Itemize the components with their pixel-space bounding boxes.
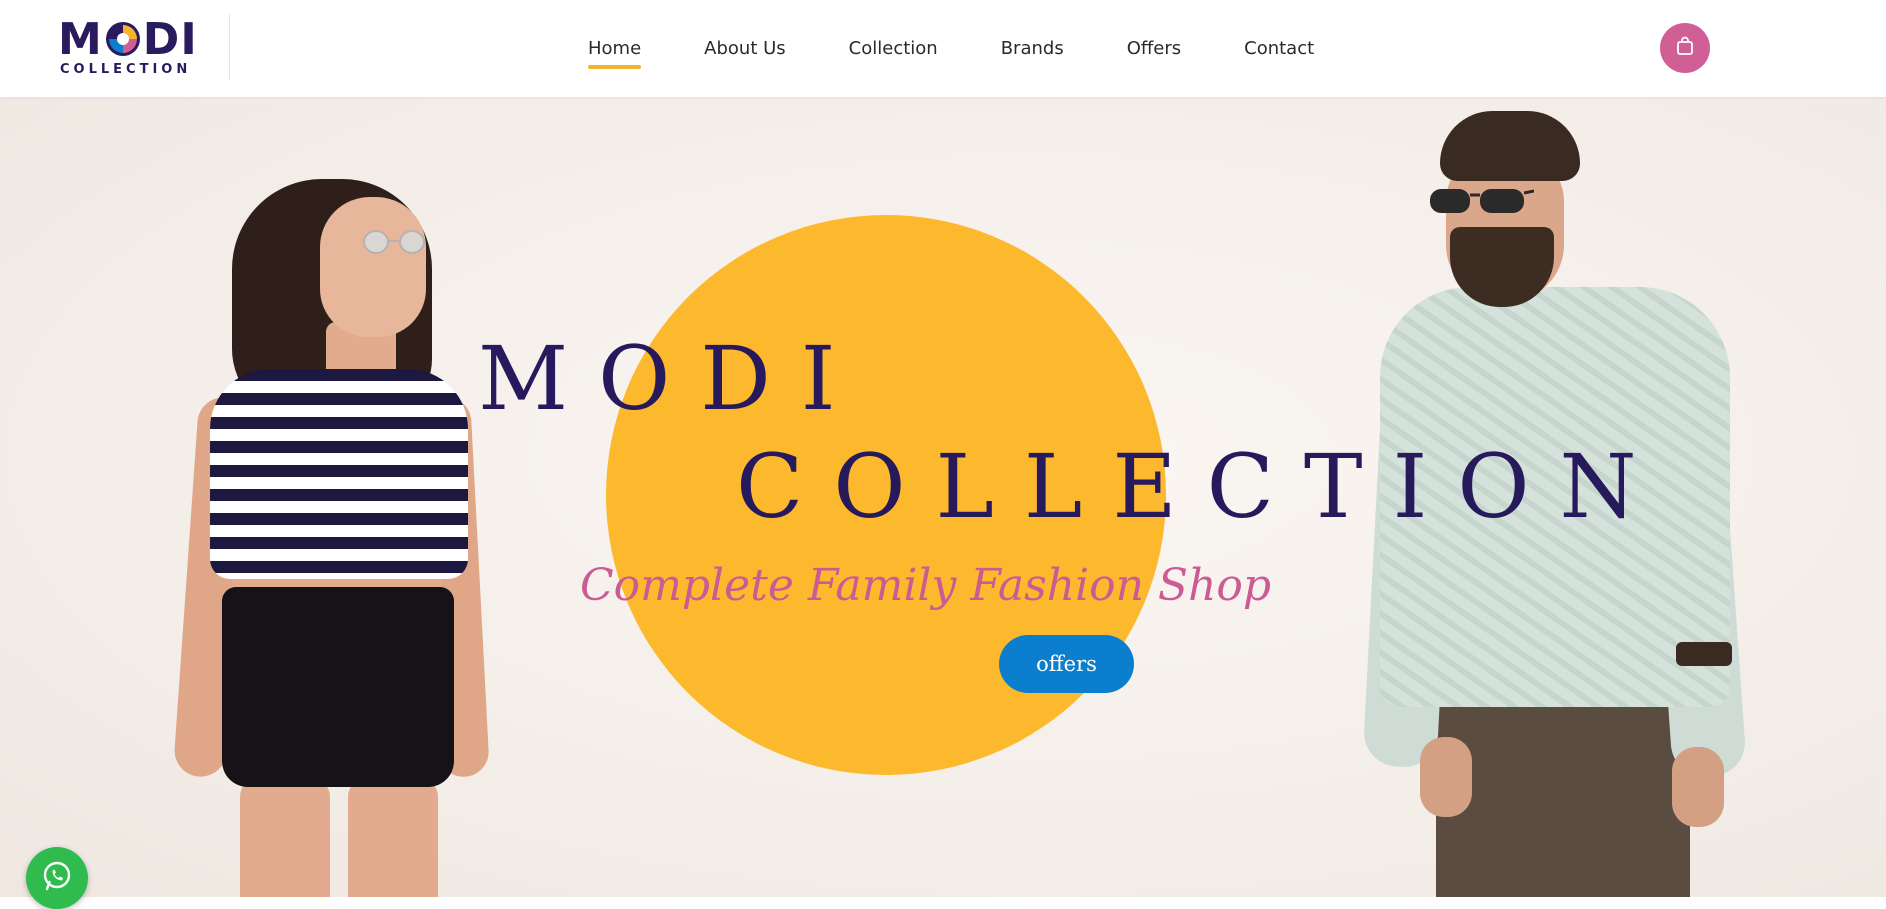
logo-letter-m: M [58, 14, 103, 65]
woman-striped-top [210, 369, 468, 579]
nav-item-collection[interactable]: Collection [849, 38, 938, 59]
nav-item-home[interactable]: Home [588, 38, 642, 69]
whatsapp-button[interactable] [26, 847, 88, 909]
man-hand-right [1672, 747, 1724, 827]
hero-title-line1: MODI [478, 327, 866, 430]
woman-leg-left [240, 777, 330, 897]
woman-sunglasses [363, 230, 425, 254]
page-bottom-edge [0, 897, 1886, 905]
man-hair [1440, 111, 1580, 181]
nav-item-offers[interactable]: Offers [1127, 38, 1181, 59]
nav-item-brands[interactable]: Brands [1001, 38, 1064, 59]
logo-letters-di: DI [142, 14, 198, 65]
man-hand-left [1420, 737, 1472, 817]
offers-button[interactable]: offers [999, 635, 1134, 693]
nav-item-about-us[interactable]: About Us [704, 38, 786, 59]
main-nav: Home About Us Collection Brands Offers C… [588, 0, 1314, 97]
site-header: M DI COLLECTION Home About Us Collection … [0, 0, 1886, 97]
woman-shorts [222, 587, 454, 787]
woman-leg-right [348, 777, 438, 897]
whatsapp-icon [40, 859, 74, 897]
brand-logo[interactable]: M DI COLLECTION [58, 16, 198, 80]
header-divider [229, 14, 230, 80]
hero-banner: MODI COLLECTION Complete Family Fashion … [0, 97, 1886, 897]
logo-subtitle: COLLECTION [60, 62, 192, 77]
hero-tagline: Complete Family Fashion Shop [580, 560, 1272, 611]
woman-face [320, 197, 426, 337]
man-sunglasses [1430, 189, 1534, 213]
hero-title-line2: COLLECTION [736, 435, 1667, 538]
shopping-bag-icon [1675, 36, 1695, 60]
logo-swirl-icon [104, 20, 142, 58]
logo-wordmark: M DI [58, 16, 198, 64]
cart-button[interactable] [1660, 23, 1710, 73]
man-watch [1676, 642, 1732, 666]
nav-item-contact[interactable]: Contact [1244, 38, 1314, 59]
